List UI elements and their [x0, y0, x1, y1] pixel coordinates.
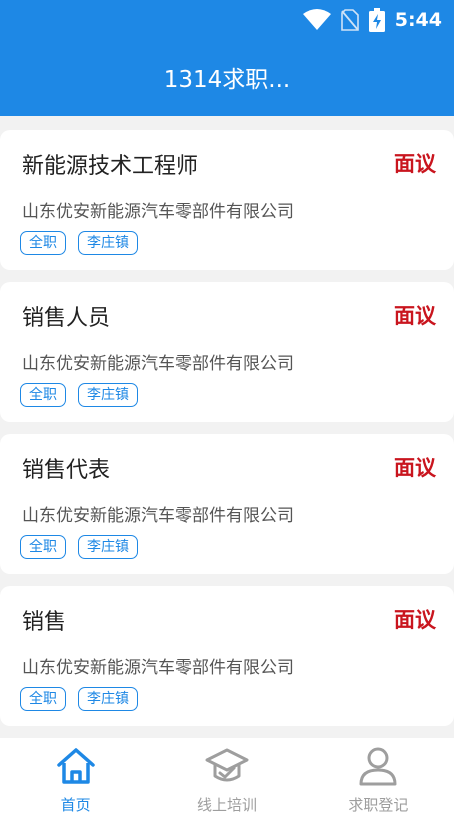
job-salary: 面议 — [394, 152, 436, 176]
nav-item-training[interactable]: 线上培训 — [151, 738, 302, 820]
job-location-tag: 李庄镇 — [78, 231, 138, 255]
job-company: 山东优安新能源汽车零部件有限公司 — [22, 202, 294, 222]
job-tags: 全职 李庄镇 — [20, 535, 138, 559]
job-tags: 全职 李庄镇 — [20, 687, 138, 711]
nav-label-training: 线上培训 — [196, 796, 257, 814]
page-title: 1314求职... — [163, 67, 291, 93]
graduation-cap-icon — [205, 744, 249, 788]
job-salary: 面议 — [394, 608, 436, 632]
status-bar: 5:44 — [302, 6, 442, 34]
job-company: 山东优安新能源汽车零部件有限公司 — [22, 506, 294, 526]
job-card[interactable]: 销售代表 面议 山东优安新能源汽车零部件有限公司 全职 李庄镇 — [0, 434, 454, 574]
job-title: 新能源技术工程师 — [22, 154, 199, 179]
nav-item-job-registration[interactable]: 求职登记 — [303, 738, 454, 820]
nav-label-job-registration: 求职登记 — [348, 796, 409, 814]
job-location-tag: 李庄镇 — [78, 383, 138, 407]
job-title: 销售 — [22, 610, 67, 635]
job-title: 销售代表 — [22, 458, 111, 483]
status-time: 5:44 — [394, 9, 442, 31]
battery-charging-icon — [368, 8, 385, 32]
job-company: 山东优安新能源汽车零部件有限公司 — [22, 354, 294, 374]
person-icon — [356, 744, 400, 788]
job-type-tag: 全职 — [20, 383, 66, 407]
job-company: 山东优安新能源汽车零部件有限公司 — [22, 658, 294, 678]
job-type-tag: 全职 — [20, 535, 66, 559]
job-card[interactable]: 新能源技术工程师 面议 山东优安新能源汽车零部件有限公司 全职 李庄镇 — [0, 130, 454, 270]
app-bar: 5:44 1314求职... — [0, 0, 454, 116]
job-card[interactable]: 销售人员 面议 山东优安新能源汽车零部件有限公司 全职 李庄镇 — [0, 282, 454, 422]
job-salary: 面议 — [394, 304, 436, 328]
wifi-icon — [302, 9, 331, 31]
job-location-tag: 李庄镇 — [78, 687, 138, 711]
job-type-tag: 全职 — [20, 687, 66, 711]
home-icon — [54, 744, 98, 788]
job-type-tag: 全职 — [20, 231, 66, 255]
job-location-tag: 李庄镇 — [78, 535, 138, 559]
job-title: 销售人员 — [22, 306, 111, 331]
nav-label-home: 首页 — [60, 796, 91, 814]
nav-item-home[interactable]: 首页 — [0, 738, 151, 820]
job-tags: 全职 李庄镇 — [20, 231, 138, 255]
job-tags: 全职 李庄镇 — [20, 383, 138, 407]
bottom-nav: 首页 线上培训 求职登记 — [0, 738, 454, 820]
job-salary: 面议 — [394, 456, 436, 480]
no-sim-icon — [340, 9, 359, 31]
job-card[interactable]: 销售 面议 山东优安新能源汽车零部件有限公司 全职 李庄镇 — [0, 586, 454, 726]
